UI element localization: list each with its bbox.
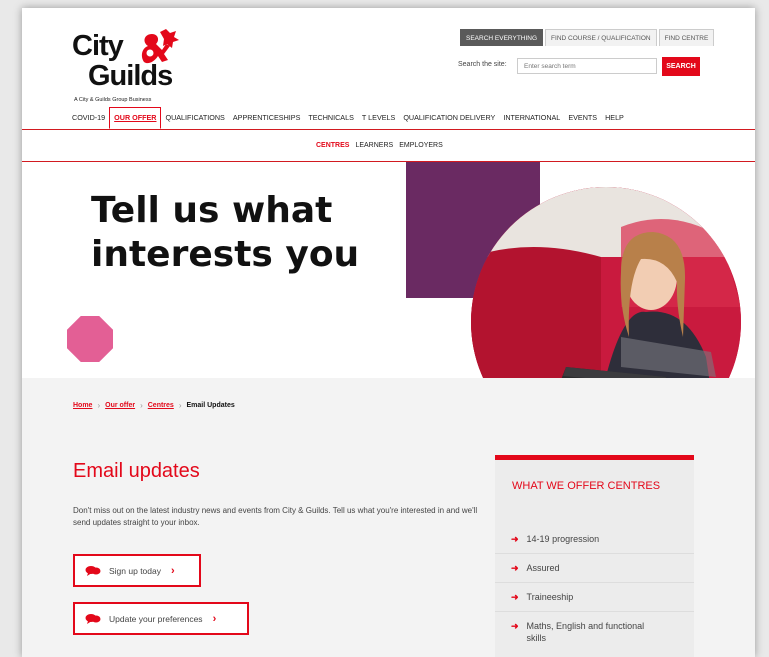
chevron-right-icon: › (97, 401, 101, 410)
panel-link-assured[interactable]: ➜ Assured (495, 553, 694, 582)
logo-tagline: A City & Guilds Group Business (74, 97, 152, 103)
panel-title: WHAT WE OFFER CENTRES (512, 480, 661, 492)
page: City Guilds A City & Guilds Group Busine… (22, 8, 755, 657)
breadcrumb: Home › Our offer › Centres › Email Updat… (73, 401, 235, 410)
speech-bubbles-icon (85, 614, 101, 624)
panel-link-label: 14-19 progression (526, 534, 600, 544)
breadcrumb-centres[interactable]: Centres (148, 402, 174, 409)
hero-title-line-2: interests you (91, 234, 360, 275)
nav-item-international[interactable]: INTERNATIONAL (499, 107, 564, 129)
search-label: Search the site: (458, 61, 507, 68)
nav-item-qualifications[interactable]: QUALIFICATIONS (161, 107, 228, 129)
arrow-right-icon: ➜ (511, 534, 519, 544)
search-input[interactable] (517, 58, 657, 74)
breadcrumb-our-offer[interactable]: Our offer (105, 402, 135, 409)
nav-item-technicals[interactable]: TECHNICALS (304, 107, 358, 129)
chevron-right-icon: › (140, 401, 143, 410)
panel-link-label: Traineeship (526, 592, 574, 602)
main-nav: COVID-19 OUR OFFER QUALIFICATIONS APPREN… (22, 107, 755, 130)
panel-link-label: Maths, English and functional skills (526, 621, 645, 643)
page-title: Email updates (73, 460, 200, 482)
arrow-right-icon: ➜ (511, 592, 519, 602)
panel-link-14-19-progression[interactable]: ➜ 14-19 progression (495, 525, 694, 553)
content-area: Home › Our offer › Centres › Email Updat… (22, 378, 755, 657)
logo-city-text: City (72, 30, 124, 62)
tab-find-course[interactable]: FIND COURSE / QUALIFICATION (545, 29, 657, 46)
chevron-right-icon: › (212, 612, 217, 625)
nav-item-help[interactable]: HELP (601, 107, 628, 129)
nav-item-covid[interactable]: COVID-19 (68, 107, 109, 129)
subnav-item-learners[interactable]: LEARNERS (352, 130, 396, 161)
search-tabs: SEARCH EVERYTHING FIND COURSE / QUALIFIC… (460, 29, 715, 46)
sign-up-button[interactable]: Sign up today › (73, 554, 201, 587)
speech-bubbles-icon (85, 566, 101, 576)
panel-link-maths-english[interactable]: ➜ Maths, English and functional skills (495, 611, 694, 652)
chevron-right-icon: › (170, 564, 175, 577)
update-preferences-button[interactable]: Update your preferences › (73, 602, 249, 635)
hero-title: Tell us what interests you (91, 189, 359, 277)
panel-link-label: Assured (526, 563, 560, 573)
intro-text: Don't miss out on the latest industry ne… (73, 506, 478, 527)
update-preferences-label: Update your preferences (109, 613, 203, 624)
tab-search-everything[interactable]: SEARCH EVERYTHING (460, 29, 544, 46)
what-we-offer-panel: WHAT WE OFFER CENTRES ➜ 14-19 progressio… (495, 455, 694, 657)
panel-list: ➜ 14-19 progression ➜ Assured ➜ Trainees… (495, 525, 694, 652)
search-button[interactable]: SEARCH (662, 57, 700, 76)
nav-item-apprenticeships[interactable]: APPRENTICESHIPS (229, 107, 305, 129)
logo-guilds-text: Guilds (88, 60, 173, 92)
pink-octagon-decor (67, 316, 113, 362)
arrow-right-icon: ➜ (511, 621, 519, 631)
chevron-right-icon: › (178, 401, 182, 410)
hero-banner: Tell us what interests you (22, 162, 755, 378)
nav-item-qualification-delivery[interactable]: QUALIFICATION DELIVERY (399, 107, 499, 129)
nav-item-t-levels[interactable]: T LEVELS (358, 107, 399, 129)
panel-link-traineeship[interactable]: ➜ Traineeship (495, 582, 694, 611)
breadcrumb-home[interactable]: Home (73, 402, 92, 409)
sub-nav: CENTRES LEARNERS EMPLOYERS (22, 130, 755, 162)
tab-find-centre[interactable]: FIND CENTRE (658, 29, 715, 46)
nav-item-our-offer[interactable]: OUR OFFER (109, 107, 162, 129)
subnav-item-employers[interactable]: EMPLOYERS (396, 130, 446, 161)
breadcrumb-current: Email Updates (186, 402, 235, 409)
sign-up-label: Sign up today (109, 565, 161, 576)
nav-item-events[interactable]: EVENTS (564, 107, 601, 129)
hero-title-line-1: Tell us what (91, 190, 333, 231)
arrow-right-icon: ➜ (511, 563, 519, 573)
subnav-item-centres[interactable]: CENTRES (313, 130, 352, 161)
